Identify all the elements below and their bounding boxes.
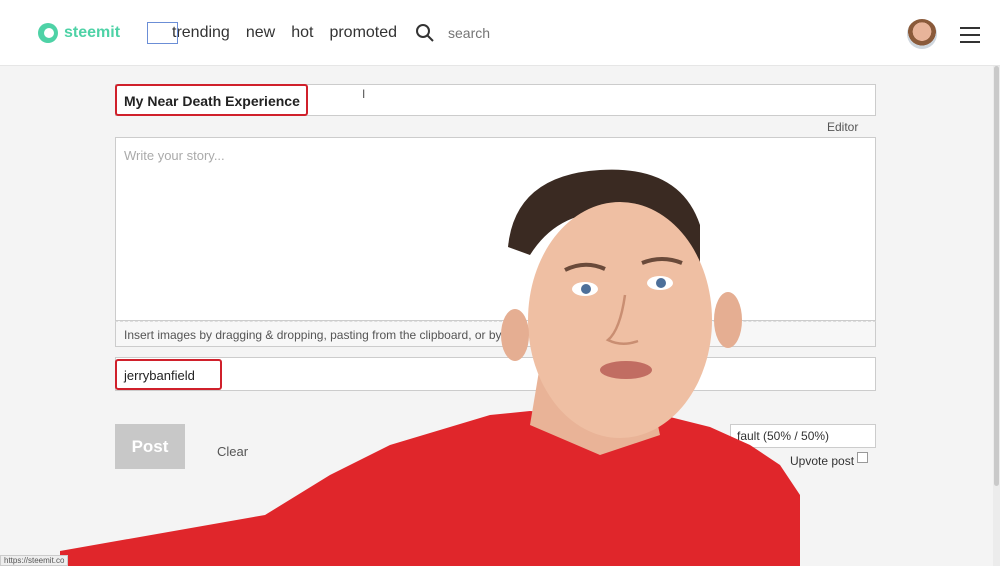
nav-trending[interactable]: trending [172, 24, 230, 42]
browser-status-bar: https://steemit.co [0, 555, 69, 566]
mouth [600, 361, 652, 379]
left-iris [581, 284, 591, 294]
steemit-logo[interactable]: steemit [38, 22, 120, 44]
steemit-logo-icon [38, 23, 58, 43]
red-shirt [60, 411, 800, 566]
post-title-field[interactable]: My Near Death Experience [115, 84, 876, 116]
nav-new[interactable]: new [246, 24, 275, 42]
editor-mode-toggle[interactable]: Editor [827, 120, 858, 134]
user-avatar[interactable] [907, 19, 937, 49]
nav-hot[interactable]: hot [291, 24, 313, 42]
nav-promoted[interactable]: promoted [329, 24, 397, 42]
upvote-post-checkbox[interactable] [857, 452, 868, 463]
left-ear [501, 309, 529, 361]
search-input[interactable] [448, 22, 588, 44]
presenter-webcam-overlay [60, 169, 800, 566]
main-nav: trending new hot promoted [147, 22, 435, 44]
right-iris [656, 278, 666, 288]
nav-focus-box [147, 22, 178, 44]
page-scrollbar[interactable] [993, 66, 1000, 566]
search-icon[interactable] [415, 23, 435, 43]
hamburger-menu-icon[interactable] [960, 26, 980, 44]
right-ear [714, 292, 742, 348]
top-header: steemit trending new hot promoted [0, 0, 1000, 66]
logo-text: steemit [64, 24, 121, 41]
text-cursor-icon: I [362, 87, 366, 101]
